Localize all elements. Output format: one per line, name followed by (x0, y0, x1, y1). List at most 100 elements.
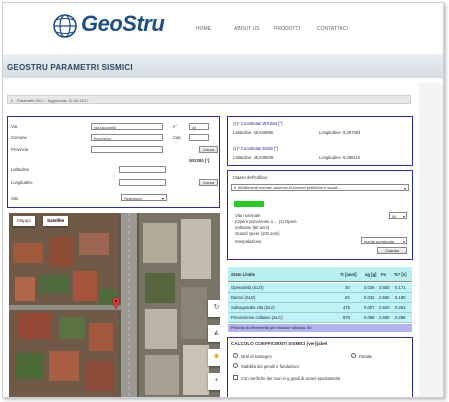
checkbox-verifiche[interactable] (233, 375, 238, 380)
pendii-label: Stabilità dei pendii e fondazioni (241, 364, 299, 369)
classe-select-value: II. Affollamenti normali, assenza di fun… (234, 186, 341, 190)
wgs84-title: (1)* Coordinate WGS84 [°] (233, 121, 283, 126)
pegman-icon[interactable]: ☻ (208, 349, 220, 366)
table-row: Operatività (SLO) 30 0.026 2.550 0.171 (228, 283, 412, 293)
tab-satellite[interactable]: Satellite (43, 216, 69, 226)
cell-tr: 50 (345, 295, 350, 300)
radio-paratie[interactable] (351, 353, 356, 358)
cell-tc: 0.283 (395, 305, 406, 310)
cell-stato: Operatività (SLO) (231, 285, 264, 290)
chevron-down-icon: ▾ (404, 187, 406, 191)
cell-ag: 0.069 (364, 315, 375, 320)
cell-tc: 0.296 (395, 315, 406, 320)
provincia-input[interactable] (91, 146, 163, 153)
browser-frame: GeoStru HOME ABOUT US PRODOTTI CONTATTAC… (2, 2, 444, 398)
cell-tc: 0.171 (395, 285, 406, 290)
provincia-label: Provincia (11, 147, 29, 152)
longitudine-input[interactable] (119, 179, 166, 186)
header-tr: Tr [anni] (340, 272, 357, 277)
chevron-down-icon: ▾ (402, 214, 405, 219)
map-pin-icon[interactable] (112, 297, 120, 311)
wgs84-latitude: Latitudine: 45,548880 (233, 130, 274, 135)
tilt-icon[interactable]: ◭ (208, 325, 220, 342)
calcola-button[interactable]: Calcola (377, 247, 407, 254)
cell-fo: 2.620 (379, 305, 390, 310)
paratie-label: Paratie (359, 354, 373, 359)
cap-input[interactable] (189, 134, 209, 141)
cell-ag: 0.057 (364, 305, 375, 310)
ed50-latitude: Latitudine: 45,549839 (233, 155, 274, 160)
classe-select[interactable]: II. Affollamenti normali, assenza di fun… (231, 184, 409, 191)
satellite-map[interactable]: Mappa Satellite ↻ ◭ ☻ + (9, 213, 220, 397)
interpolazione-select-value: media ponderata (364, 239, 395, 244)
breadcrumb[interactable]: ▸ Parametri 2017 - Aggiornato 12-06-2017 (7, 95, 411, 104)
longitudine-label: Longitudine (11, 180, 33, 185)
latitudine-input[interactable] (119, 166, 166, 173)
cell-stato: Salvaguardia vita (SLV) (231, 305, 275, 310)
number-input[interactable]: 44 (189, 123, 209, 130)
latitudine-label: Latitudine (11, 167, 30, 172)
nav-contattaci[interactable]: CONTATTACI (317, 26, 348, 32)
table-row: Prevenzione collasso (SLC) 975 0.069 2.6… (228, 313, 412, 323)
table-row: Salvaguardia vita (SLV) 475 0.057 2.620 … (228, 303, 412, 313)
interpolazione-select[interactable]: media ponderata ▾ (361, 237, 407, 244)
cell-tr: 475 (343, 305, 350, 310)
header-tc: Tc* [s] (394, 272, 407, 277)
header-fo: Fo (381, 272, 387, 277)
zoom-in-icon[interactable]: + (208, 373, 220, 390)
cerca-coords-button[interactable]: Cerca (199, 179, 218, 186)
cell-tr: 975 (343, 315, 350, 320)
header-ag: ag [g] (365, 272, 377, 277)
grandi-opere-label: Grandi opere (100 anni) (235, 231, 280, 236)
comune-input[interactable]: Brugherio (91, 134, 163, 141)
cell-tc: 0.190 (395, 295, 406, 300)
cap-label: Cap (173, 135, 181, 140)
ed50-longitude: Longitudine: 9,288112 (319, 155, 361, 160)
cell-fo: 2.690 (379, 315, 390, 320)
sito-select[interactable]: Seleziona ▾ (121, 194, 167, 201)
cell-stato: Danno (SLD) (231, 295, 256, 300)
header-stato-limite: Stato Limite (231, 272, 255, 277)
chevron-right-icon: ▸ (11, 98, 14, 103)
vita-select[interactable]: 50 ▾ (389, 212, 407, 219)
verifiche-label: Con verifiche dei muri in g gradi di azi… (241, 376, 341, 381)
tab-mappa[interactable]: Mappa (13, 216, 35, 226)
cell-tr: 30 (345, 285, 350, 290)
opere-label: (Opere provvisorie o ... (1) Opere (235, 219, 297, 224)
cell-stato: Prevenzione collasso (SLC) (231, 315, 283, 320)
ed50-title: (1)* Coordinate ED50 [°] (233, 146, 279, 151)
cell-ag: 0.032 (364, 295, 375, 300)
table-row: Danno (SLD) 50 0.032 2.580 0.190 (228, 293, 412, 303)
wgs84-longitude: Longitudine: 9,287064 (319, 130, 361, 135)
calc-title: CALCOLO COEFFICIENTI SISMICI (ver)(abel (231, 341, 328, 346)
nav-home[interactable]: HOME (196, 26, 211, 32)
muri-label: Muri di sostegno (241, 354, 272, 359)
cell-fo: 2.580 (379, 295, 390, 300)
cerca-address-button[interactable]: Cerca (199, 146, 218, 153)
page-gutter (419, 83, 443, 397)
vita-select-value: 50 (392, 214, 397, 219)
classe-label: Classe dell'edificio (233, 175, 268, 180)
vita-label: Vita nominale (235, 213, 261, 218)
number-label: n° (173, 124, 178, 129)
reference-period: Periodo di riferimento per l'azione sism… (228, 324, 412, 332)
chevron-down-icon: ▾ (161, 196, 164, 201)
comune-label: Comune (11, 135, 27, 140)
via-label: Via (11, 124, 17, 129)
results-table-header: Stato Limite Tr [anni] ag [g] Fo Tc* [s] (228, 267, 412, 282)
radio-muri[interactable] (233, 353, 238, 358)
logo-text[interactable]: GeoStru (81, 11, 165, 37)
status-indicator (234, 201, 264, 207)
via-input[interactable]: via taccarelli (91, 123, 163, 130)
radio-pendii[interactable] (233, 363, 238, 368)
nav-prodotti[interactable]: PRODOTTI (274, 26, 300, 32)
sito-select-value: Seleziona (124, 196, 142, 201)
rotate-icon[interactable]: ↻ (208, 300, 220, 317)
nav-about-us[interactable]: ABOUT US (234, 26, 259, 32)
wgs84-form-label: WGS84 [°] (189, 158, 210, 163)
sito-label: Sito (11, 196, 19, 201)
site-header: GeoStru HOME ABOUT US PRODOTTI CONTATTAC… (3, 3, 443, 53)
breadcrumb-text: Parametri 2017 - Aggiornato 12-06-2017 (17, 98, 89, 103)
ordinarie-label: ordinarie (50 anni) (235, 225, 269, 230)
chevron-down-icon: ▾ (402, 239, 405, 244)
